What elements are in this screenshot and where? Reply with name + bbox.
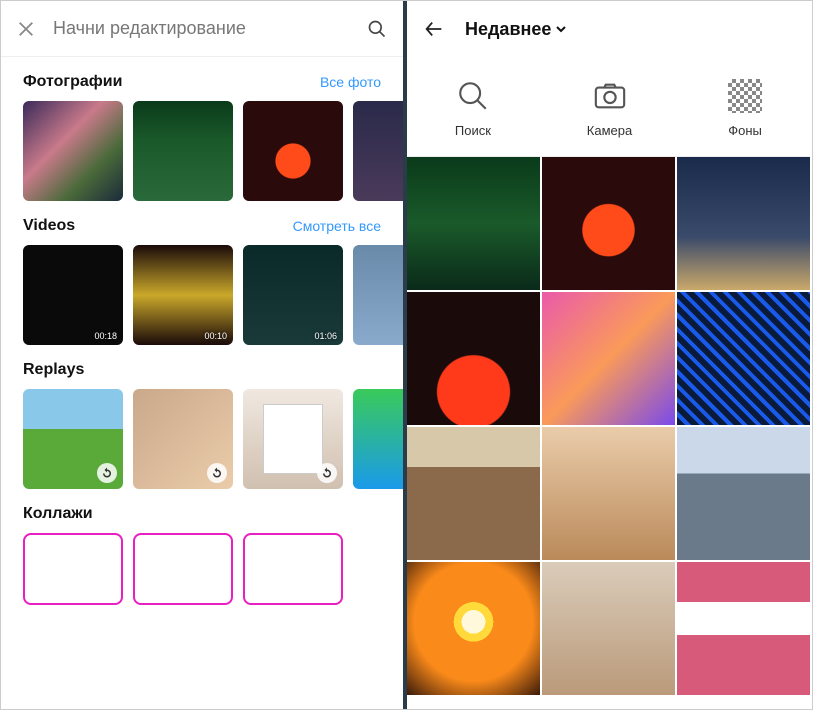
- close-icon[interactable]: [17, 20, 35, 38]
- grid-item[interactable]: [542, 562, 675, 695]
- section-title: Replays: [23, 361, 84, 379]
- header-title[interactable]: Начни редактирование: [53, 18, 349, 39]
- replay-thumb[interactable]: [133, 389, 233, 489]
- back-icon[interactable]: [423, 18, 445, 40]
- grid-item[interactable]: [407, 427, 540, 560]
- photo-thumb[interactable]: [23, 101, 123, 201]
- search-action[interactable]: Поиск: [455, 79, 491, 138]
- video-duration: 01:06: [314, 331, 337, 341]
- dropdown-label: Недавнее: [465, 19, 551, 40]
- action-label: Камера: [587, 123, 632, 138]
- replay-icon: [207, 463, 227, 483]
- editor-pane: Начни редактирование Фотографии Все фото…: [1, 1, 407, 709]
- grid-item[interactable]: [542, 292, 675, 425]
- collages-section: Коллажи: [1, 489, 403, 605]
- photo-thumb[interactable]: [243, 101, 343, 201]
- grid-item[interactable]: [542, 157, 675, 290]
- album-dropdown[interactable]: Недавнее: [465, 19, 567, 40]
- section-title: Фотографии: [23, 73, 122, 91]
- grid-item[interactable]: [677, 562, 810, 695]
- section-title: Videos: [23, 217, 75, 235]
- replay-thumb[interactable]: [243, 389, 343, 489]
- all-videos-link[interactable]: Смотреть все: [293, 218, 381, 234]
- photo-thumb[interactable]: [133, 101, 233, 201]
- action-label: Поиск: [455, 123, 491, 138]
- action-label: Фоны: [728, 123, 762, 138]
- grid-item[interactable]: [542, 427, 675, 560]
- video-thumb[interactable]: 01:06: [243, 245, 343, 345]
- video-duration: 00:10: [204, 331, 227, 341]
- action-row: Поиск Камера Фоны: [407, 57, 810, 157]
- photo-grid: [407, 157, 810, 695]
- replay-thumb[interactable]: [353, 389, 403, 489]
- video-thumb[interactable]: 00:18: [23, 245, 123, 345]
- grid-item[interactable]: [407, 292, 540, 425]
- collage-template[interactable]: [23, 533, 123, 605]
- collage-template[interactable]: [133, 533, 233, 605]
- chevron-down-icon: [555, 23, 567, 35]
- right-header: Недавнее: [407, 1, 810, 57]
- backgrounds-action[interactable]: Фоны: [728, 79, 762, 138]
- left-header: Начни редактирование: [1, 1, 403, 57]
- all-photos-link[interactable]: Все фото: [320, 74, 381, 90]
- grid-item[interactable]: [407, 562, 540, 695]
- section-title: Коллажи: [23, 505, 93, 523]
- replay-icon: [97, 463, 117, 483]
- photos-section: Фотографии Все фото: [1, 57, 403, 201]
- videos-section: Videos Смотреть все 00:18 00:10 01:06: [1, 201, 403, 345]
- camera-action[interactable]: Камера: [587, 79, 632, 138]
- replay-thumb[interactable]: [23, 389, 123, 489]
- video-thumb[interactable]: 00:10: [133, 245, 233, 345]
- grid-item[interactable]: [677, 157, 810, 290]
- search-icon: [456, 79, 490, 113]
- photo-thumb[interactable]: [353, 101, 403, 201]
- search-icon[interactable]: [367, 19, 387, 39]
- checker-icon: [728, 79, 762, 113]
- replay-icon: [317, 463, 337, 483]
- camera-icon: [593, 79, 627, 113]
- grid-item[interactable]: [407, 157, 540, 290]
- grid-item[interactable]: [677, 427, 810, 560]
- video-thumb[interactable]: [353, 245, 403, 345]
- replays-section: Replays: [1, 345, 403, 489]
- video-duration: 00:18: [94, 331, 117, 341]
- grid-item[interactable]: [677, 292, 810, 425]
- collage-template[interactable]: [243, 533, 343, 605]
- gallery-pane: Недавнее Поиск Камера Фоны: [407, 1, 810, 709]
